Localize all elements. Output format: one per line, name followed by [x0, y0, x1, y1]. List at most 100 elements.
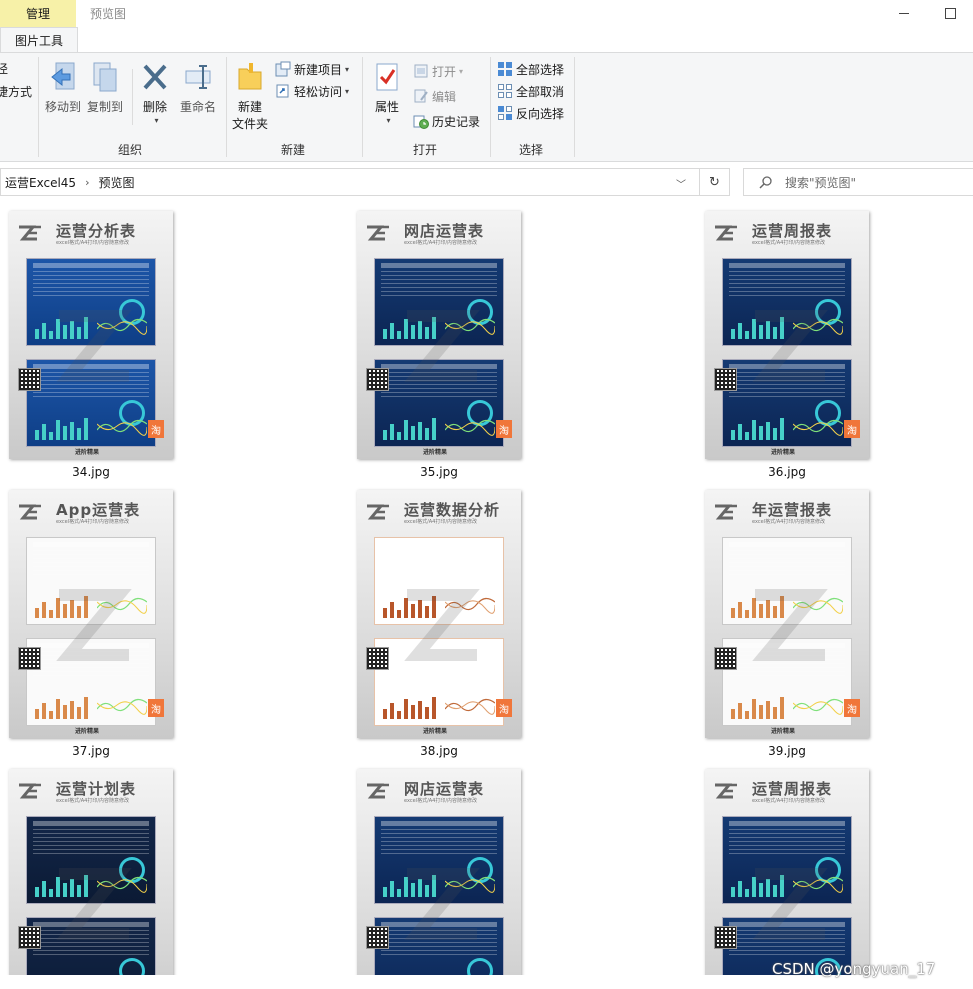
thumbnail-subtitle: excel格式/A4打印/内容随意修改: [752, 798, 826, 804]
file-name[interactable]: 35.jpg: [357, 465, 521, 479]
address-bar[interactable]: 运营Excel45 › 预览图: [0, 168, 700, 196]
select-all-button[interactable]: 全部选择: [497, 59, 564, 79]
taobao-badge-icon: 淘: [496, 699, 512, 717]
new-item-label: 新建项目: [294, 62, 343, 77]
file-thumbnail[interactable]: 网店运营表 excel格式/A4打印/内容随意修改: [357, 769, 521, 975]
file-name[interactable]: 39.jpg: [705, 744, 869, 758]
panel-bar-chart: [35, 697, 88, 719]
breadcrumb-current[interactable]: 预览图: [98, 174, 134, 191]
qr-code-icon: [366, 368, 389, 391]
clipped-label-2[interactable]: 捷方式: [0, 83, 32, 100]
refresh-icon: ↻: [709, 174, 720, 190]
qr-code-icon: [18, 647, 41, 670]
easy-access-button[interactable]: 轻松访问 ▾: [275, 81, 349, 101]
thumbnail-title: App运营表: [56, 501, 141, 519]
move-to-button[interactable]: 移动到: [44, 61, 82, 116]
move-to-label: 移动到: [44, 100, 81, 114]
thumbnail-subtitle: excel格式/A4打印/内容随意修改: [752, 240, 826, 246]
thumbnail-title: 网店运营表: [404, 780, 485, 798]
file-thumbnail[interactable]: 运营计划表 excel格式/A4打印/内容随意修改: [9, 769, 173, 975]
panel-table: [729, 271, 845, 297]
panel-header: [729, 821, 845, 826]
brand-logo-icon: [19, 783, 41, 799]
properties-button[interactable]: 属性 ▾: [368, 61, 406, 125]
new-item-button[interactable]: 新建项目 ▾: [275, 59, 349, 79]
copy-to-button[interactable]: 复制到: [86, 61, 124, 116]
group-divider: [132, 69, 133, 125]
thumbnail-subtitle: excel格式/A4打印/内容随意修改: [404, 519, 478, 525]
maximize-button[interactable]: [927, 0, 973, 26]
thumbnail-title: 网店运营表: [404, 222, 485, 240]
invert-selection-button[interactable]: 反向选择: [497, 103, 564, 123]
thumbnail-title: 运营数据分析: [404, 501, 501, 519]
brand-logo-icon: [715, 225, 737, 241]
breadcrumb-root[interactable]: 运营Excel45: [5, 174, 76, 191]
easy-access-icon: [276, 84, 289, 98]
chevron-down-icon: ▾: [154, 116, 159, 125]
file-thumbnail[interactable]: 运营分析表 excel格式/A4打印/内容随意修改 淘 进阶精果: [9, 211, 173, 459]
file-grid: 运营分析表 excel格式/A4打印/内容随意修改 淘 进阶精果 34.jpg …: [0, 205, 973, 975]
edit-button[interactable]: 编辑: [413, 86, 456, 106]
search-input[interactable]: 搜索"预览图": [743, 168, 973, 196]
taobao-badge-icon: 淘: [844, 420, 860, 438]
move-to-icon: [51, 62, 75, 90]
rename-button[interactable]: 重命名: [176, 61, 220, 116]
brand-logo-icon: [367, 783, 389, 799]
brand-logo-icon: [367, 504, 389, 520]
select-none-button[interactable]: 全部取消: [497, 81, 564, 101]
chevron-down-icon: ▾: [345, 86, 350, 96]
watermark-logo-icon: [56, 589, 132, 661]
clipped-label-1[interactable]: 径: [0, 60, 8, 77]
copy-to-icon: [93, 62, 117, 92]
address-row: 运营Excel45 › 预览图 ﹀ ↻ 搜索"预览图": [0, 165, 973, 199]
ribbon: 径 捷方式 移动到 复制到 删除 ▾ 重命名 组织 新建 文件夹 新建项目 ▾ …: [0, 52, 973, 162]
chevron-down-icon: ▾: [345, 64, 350, 74]
qr-code-icon: [18, 926, 41, 949]
file-thumbnail[interactable]: 年运营报表 excel格式/A4打印/内容随意修改 淘 进阶精果: [705, 490, 869, 738]
thumbnail-subtitle: excel格式/A4打印/内容随意修改: [56, 798, 130, 804]
file-thumbnail[interactable]: 网店运营表 excel格式/A4打印/内容随意修改: [357, 211, 521, 459]
delete-button[interactable]: 删除 ▾: [138, 61, 172, 125]
file-thumbnail[interactable]: 运营周报表 excel格式/A4打印/内容随意修改: [705, 769, 869, 975]
chevron-right-icon[interactable]: ›: [85, 176, 89, 189]
panel-line-chart: [97, 698, 147, 715]
open-button[interactable]: 打开 ▾: [413, 61, 463, 81]
file-name[interactable]: 38.jpg: [357, 744, 521, 758]
properties-label: 属性: [374, 100, 399, 114]
panel-table: [381, 829, 497, 855]
thumbnail-title: 年运营报表: [752, 501, 833, 519]
edit-icon: [414, 89, 428, 103]
edit-label: 编辑: [432, 89, 457, 104]
panel-header: [381, 542, 497, 547]
refresh-button[interactable]: ↻: [700, 168, 730, 196]
brand-logo-icon: [19, 504, 41, 520]
context-tab-manage[interactable]: 管理: [0, 0, 76, 28]
chevron-down-icon: ▾: [386, 116, 391, 125]
history-button[interactable]: 历史记录: [413, 111, 480, 131]
file-thumbnail[interactable]: 运营周报表 excel格式/A4打印/内容随意修改: [705, 211, 869, 459]
address-history-chevron-icon[interactable]: ﹀: [676, 176, 686, 191]
thumbnail-brand: 进阶精果: [75, 449, 100, 456]
minimize-button[interactable]: [881, 0, 927, 26]
new-folder-button[interactable]: 新建 文件夹: [230, 61, 270, 133]
panel-header: [33, 263, 149, 268]
brand-logo-icon: [715, 783, 737, 799]
tab-picture-tools[interactable]: 图片工具: [0, 27, 78, 53]
rename-icon: [185, 65, 211, 89]
file-name[interactable]: 37.jpg: [9, 744, 173, 758]
file-thumbnail[interactable]: 运营数据分析 excel格式/A4打印/内容随意修改 淘 进阶精果: [357, 490, 521, 738]
group-label-organize: 组织: [117, 143, 142, 157]
search-icon: [759, 176, 772, 189]
panel-table: [729, 829, 845, 855]
select-none-icon: [498, 84, 512, 98]
thumbnail-brand: 进阶精果: [423, 728, 448, 735]
brand-logo-icon: [367, 225, 389, 241]
panel-header: [33, 821, 149, 826]
panel-header: [729, 542, 845, 547]
file-thumbnail[interactable]: App运营表 excel格式/A4打印/内容随意修改 淘 进阶精果: [9, 490, 173, 738]
file-name[interactable]: 36.jpg: [705, 465, 869, 479]
thumbnail-subtitle: excel格式/A4打印/内容随意修改: [56, 240, 130, 246]
file-name[interactable]: 34.jpg: [9, 465, 173, 479]
thumbnail-title: 运营分析表: [56, 222, 137, 240]
panel-table: [33, 550, 149, 576]
